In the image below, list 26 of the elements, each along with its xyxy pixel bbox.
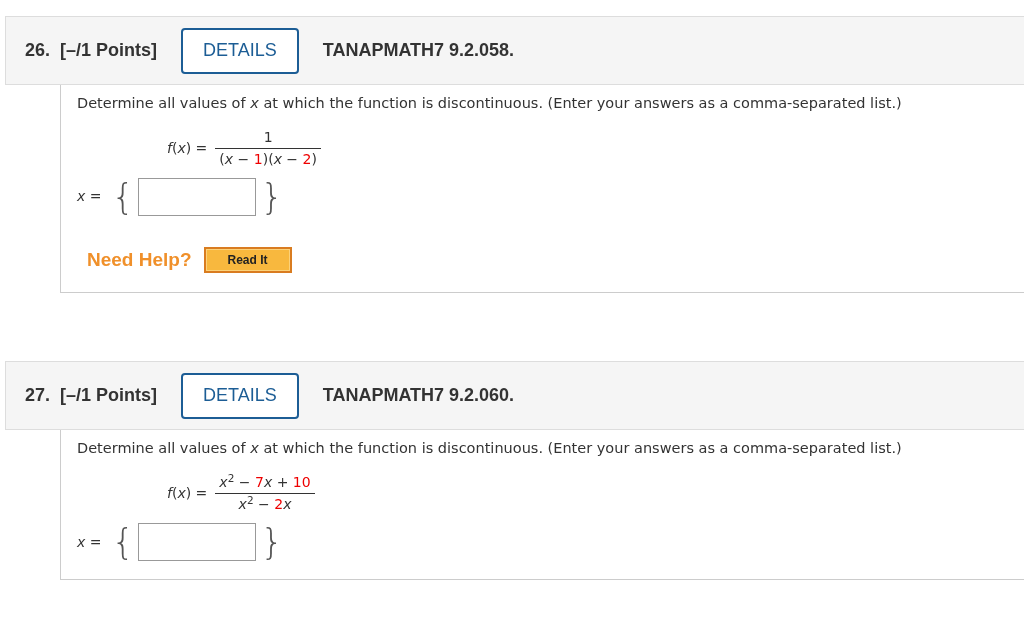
read-it-button[interactable]: Read It bbox=[203, 247, 292, 273]
close-brace: } bbox=[260, 178, 284, 215]
numerator: x$^{2}$ − 7x + 10 bbox=[218, 472, 312, 492]
open-brace: { bbox=[111, 524, 135, 560]
points-label: [–/1 Points] bbox=[60, 384, 158, 408]
open-brace: { bbox=[111, 178, 135, 215]
question-code: TANAPMATH7 9.2.058. bbox=[322, 39, 515, 62]
answer-label: x = bbox=[77, 187, 102, 207]
function-label: f(x) = bbox=[167, 138, 208, 158]
question-number: 27. bbox=[25, 384, 51, 408]
answer-field[interactable] bbox=[138, 177, 257, 216]
close-brace: } bbox=[260, 524, 284, 560]
question-code: TANAPMATH7 9.2.060. bbox=[322, 384, 515, 408]
question-prompt: Determine all values of x at which the function is discontinuous. (Enter your answers as a comma-separated list.) bbox=[77, 439, 903, 459]
denominator: (x − 1)(x − 2) bbox=[218, 149, 318, 169]
answer-field[interactable] bbox=[138, 523, 257, 561]
points-label: [–/1 Points] bbox=[60, 39, 158, 62]
details-button[interactable]: DETAILS bbox=[181, 372, 299, 419]
function-label: f(x) = bbox=[167, 484, 208, 503]
question-prompt: Determine all values of x at which the function is discontinuous. (Enter your answers as a comma-separated list.) bbox=[77, 94, 903, 113]
numerator: 1 bbox=[262, 127, 274, 147]
denominator: x$^{2}$ − 2x bbox=[237, 494, 293, 514]
need-help-label: Need Help? bbox=[87, 247, 192, 272]
details-button[interactable]: DETAILS bbox=[181, 27, 299, 74]
question-number: 26. bbox=[25, 39, 51, 62]
answer-label: x = bbox=[77, 532, 102, 552]
